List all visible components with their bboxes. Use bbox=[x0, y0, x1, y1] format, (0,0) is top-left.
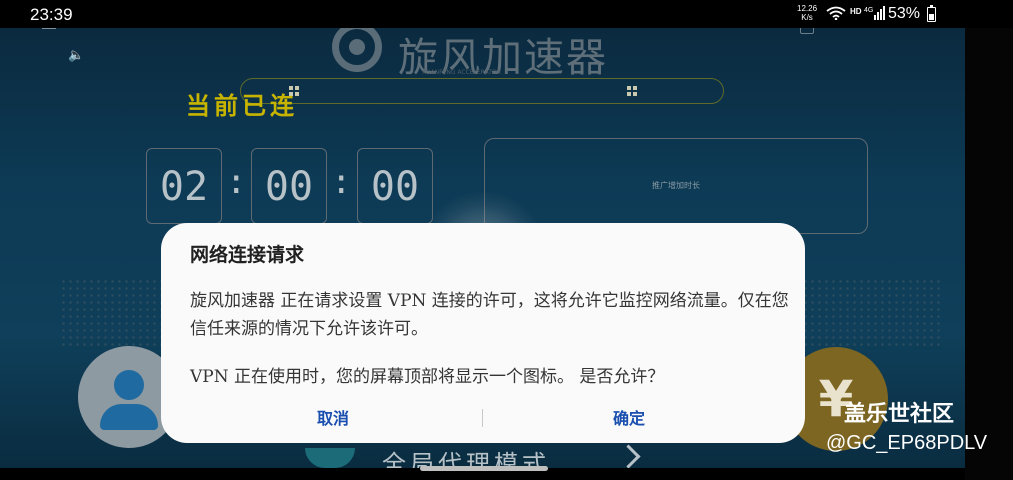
timer-minutes: 00 bbox=[251, 148, 327, 224]
dialog-message-paragraph-2: VPN 正在使用时，您的屏幕顶部将显示一个图标。 是否允许？ bbox=[190, 367, 665, 387]
swirl-logo-icon bbox=[332, 28, 382, 72]
watermark-user: @GC_EP68PDLV bbox=[826, 432, 988, 454]
right-edge bbox=[965, 28, 1013, 480]
clock: 23:39 bbox=[30, 5, 73, 24]
timer-separator: : bbox=[331, 162, 352, 202]
speaker-icon[interactable]: 🔈 bbox=[68, 48, 84, 63]
app-subtitle: XUANFENG ACCELERATOR bbox=[422, 69, 501, 76]
menu-icon[interactable] bbox=[42, 28, 56, 34]
mode-indicator bbox=[305, 448, 355, 468]
network-speed-unit: K/s bbox=[801, 13, 813, 22]
hd-indicator: HD bbox=[850, 7, 862, 16]
app-logo: 旋风加速器 XUANFENG ACCELERATOR bbox=[332, 28, 632, 82]
app-name: 旋风加速器 bbox=[398, 35, 608, 81]
grid-icon bbox=[627, 86, 637, 96]
proxy-mode-label[interactable]: 全局代理模式 bbox=[382, 444, 572, 468]
vpn-permission-dialog: 网络连接请求 旋风加速器 正在请求设置 VPN 连接的许可，这将允许它监控网络流… bbox=[161, 223, 805, 443]
dialog-message-paragraph-1: 旋风加速器 正在请求设置 VPN 连接的许可，这将允许它监控网络流量。仅在您信任… bbox=[190, 291, 789, 339]
watermark-community: 盖乐世社区 bbox=[844, 402, 955, 427]
timer-hours: 02 bbox=[146, 148, 222, 224]
signal-icon: 4G bbox=[864, 5, 886, 26]
status-bar: 23:39 12.26 K/s HD 4G 53% bbox=[0, 0, 965, 28]
confirm-button[interactable]: 确定 bbox=[613, 405, 645, 429]
grid-icon bbox=[289, 86, 299, 96]
timer-separator: : bbox=[226, 162, 247, 202]
user-icon-body bbox=[100, 404, 158, 430]
battery-percent: 53% bbox=[888, 5, 921, 22]
cell-type-label: 4G bbox=[864, 7, 873, 14]
network-speed: 12.26 K/s bbox=[797, 4, 817, 22]
battery-icon bbox=[927, 5, 936, 22]
promo-time-label: 推广增加时长 bbox=[652, 181, 700, 190]
share-icon[interactable] bbox=[800, 28, 814, 34]
button-divider bbox=[482, 409, 483, 427]
dialog-title: 网络连接请求 bbox=[190, 244, 305, 266]
chevron-right-icon[interactable] bbox=[616, 444, 641, 468]
cancel-button[interactable]: 取消 bbox=[317, 405, 349, 429]
navigation-handle[interactable] bbox=[420, 466, 548, 471]
promo-time-box[interactable]: 推广增加时长 bbox=[484, 138, 868, 234]
dialog-message: 旋风加速器 正在请求设置 VPN 连接的许可，这将允许它监控网络流量。仅在您信任… bbox=[190, 287, 790, 391]
user-icon bbox=[114, 370, 144, 400]
connection-status-pill bbox=[240, 78, 724, 104]
wifi-icon bbox=[826, 6, 846, 25]
network-speed-value: 12.26 bbox=[797, 4, 818, 13]
connection-status: 当前已连 bbox=[186, 92, 298, 120]
timer-seconds: 00 bbox=[357, 148, 433, 224]
